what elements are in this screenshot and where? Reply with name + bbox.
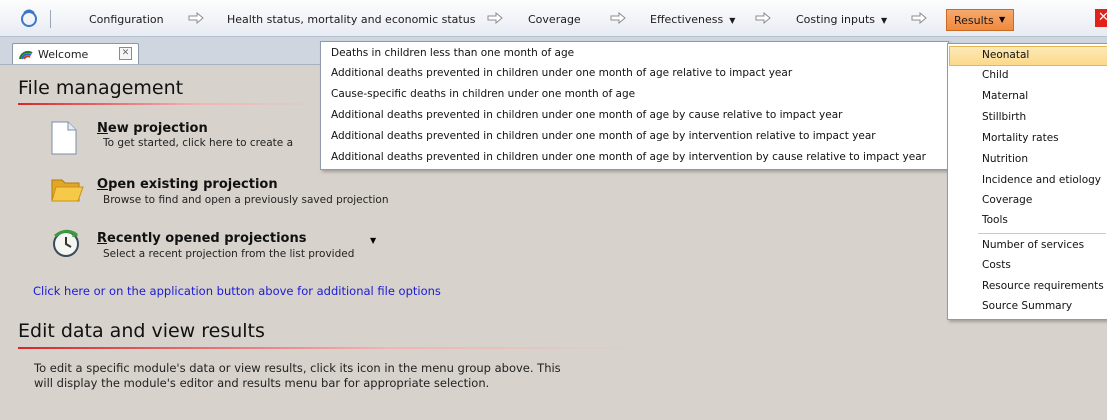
separator <box>50 10 51 28</box>
menu-results-button[interactable]: Results ▼ <box>946 9 1014 31</box>
recent-projections-desc: Select a recent projection from the list… <box>103 248 355 260</box>
right-arrow-icon <box>911 12 927 24</box>
new-projection-desc: To get started, click here to create a <box>103 137 294 149</box>
submenu-item[interactable]: Deaths in children less than one month o… <box>331 47 574 59</box>
results-menu-item-neonatal[interactable]: Neonatal <box>982 49 1029 61</box>
results-dropdown-menu: Neonatal Child Maternal Stillbirth Morta… <box>947 43 1107 320</box>
results-menu-item-maternal[interactable]: Maternal <box>982 90 1028 102</box>
heading-underline <box>18 103 318 105</box>
rainbow-icon <box>19 48 33 63</box>
results-menu-item-nutrition[interactable]: Nutrition <box>982 153 1028 165</box>
close-icon[interactable]: ✕ <box>1095 9 1107 27</box>
submenu-item[interactable]: Additional deaths prevented in children … <box>331 67 792 79</box>
additional-file-options-link[interactable]: Click here or on the application button … <box>33 284 441 298</box>
right-arrow-icon <box>487 12 503 24</box>
edit-data-text-line1: To edit a specific module's data or view… <box>34 361 561 375</box>
results-menu-item-source-summary[interactable]: Source Summary <box>982 300 1072 312</box>
edit-data-text-line2: will display the module's editor and res… <box>34 376 490 390</box>
results-menu-item-stillbirth[interactable]: Stillbirth <box>982 111 1026 123</box>
results-menu-item-incidence[interactable]: Incidence and etiology <box>982 174 1101 186</box>
menu-costing-inputs[interactable]: Costing inputs ▼ <box>796 13 887 26</box>
results-menu-item-mortality-rates[interactable]: Mortality rates <box>982 132 1059 144</box>
menu-configuration[interactable]: Configuration <box>89 13 164 26</box>
submenu-item[interactable]: Additional deaths prevented in children … <box>331 151 926 163</box>
recent-dropdown-caret-icon[interactable]: ▼ <box>370 236 376 245</box>
menu-health-status[interactable]: Health status, mortality and economic st… <box>227 13 475 26</box>
new-projection-title[interactable]: New projection <box>97 121 208 136</box>
application-button-icon[interactable] <box>20 9 38 27</box>
results-menu-item-coverage[interactable]: Coverage <box>982 194 1032 206</box>
tab-welcome[interactable]: Welcome ✕ <box>12 43 139 64</box>
menu-separator <box>978 233 1106 234</box>
open-projection-title[interactable]: Open existing projection <box>97 177 278 192</box>
ribbon-menu-bar: Configuration Health status, mortality a… <box>0 0 1107 37</box>
tab-close-icon[interactable]: ✕ <box>119 47 132 60</box>
dropdown-caret-icon: ▼ <box>999 15 1006 24</box>
right-arrow-icon <box>610 12 626 24</box>
menu-coverage[interactable]: Coverage <box>528 13 581 26</box>
new-document-icon <box>50 121 78 158</box>
clock-arrow-icon <box>50 227 82 262</box>
submenu-item[interactable]: Additional deaths prevented in children … <box>331 109 843 121</box>
results-menu-item-child[interactable]: Child <box>982 69 1009 81</box>
edit-data-heading: Edit data and view results <box>18 320 265 342</box>
results-menu-item-number-of-services[interactable]: Number of services <box>982 239 1084 251</box>
right-arrow-icon <box>755 12 771 24</box>
recent-projections-title[interactable]: Recently opened projections <box>97 231 306 246</box>
right-arrow-icon <box>188 12 204 24</box>
dropdown-caret-icon: ▼ <box>729 16 736 25</box>
folder-open-icon <box>50 175 84 208</box>
submenu-item[interactable]: Additional deaths prevented in children … <box>331 130 876 142</box>
tab-welcome-label: Welcome <box>38 48 89 61</box>
dropdown-caret-icon: ▼ <box>881 16 888 25</box>
submenu-item[interactable]: Cause-specific deaths in children under … <box>331 88 635 100</box>
heading-underline <box>18 347 633 349</box>
open-projection-desc: Browse to find and open a previously sav… <box>103 194 389 206</box>
neonatal-submenu: Deaths in children less than one month o… <box>320 41 949 170</box>
results-menu-item-costs[interactable]: Costs <box>982 259 1011 271</box>
menu-effectiveness[interactable]: Effectiveness ▼ <box>650 13 735 26</box>
results-menu-item-tools[interactable]: Tools <box>982 214 1008 226</box>
results-menu-item-resource-requirements[interactable]: Resource requirements <box>982 280 1104 292</box>
file-management-heading: File management <box>18 77 184 99</box>
